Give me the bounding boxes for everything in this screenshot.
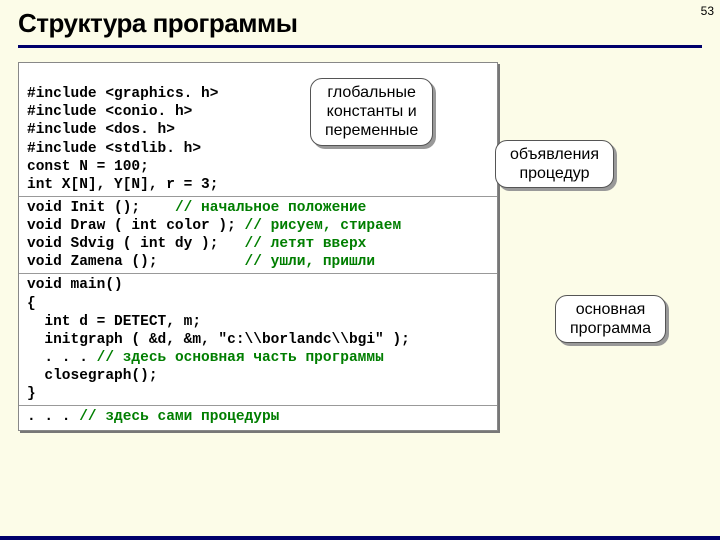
code-line: initgraph ( &d, &m, "c:\\borlandc\\bgi" …	[27, 332, 410, 348]
callout-text: переменные	[325, 121, 418, 140]
code-line: const N = 100;	[27, 159, 149, 175]
code-line: void Zamena (); // ушли, пришли	[27, 254, 375, 270]
callout-text: процедур	[510, 164, 599, 183]
callout-main: основная программа	[555, 295, 666, 343]
code-line: }	[27, 386, 36, 402]
code-line: void Draw ( int color ); // рисуем, стир…	[27, 218, 401, 234]
code-line: #include <graphics. h>	[27, 86, 218, 102]
callout-text: программа	[570, 319, 651, 338]
code-line: #include <dos. h>	[27, 122, 175, 138]
callout-globals: глобальные константы и переменные	[310, 78, 433, 146]
code-line: int X[N], Y[N], r = 3;	[27, 177, 218, 193]
code-line: #include <conio. h>	[27, 104, 192, 120]
code-line: closegraph();	[27, 368, 158, 384]
callout-text: константы и	[325, 102, 418, 121]
code-line: void Sdvig ( int dy ); // летят вверх	[27, 236, 366, 252]
code-line: void Init (); // начальное положение	[27, 200, 366, 216]
code-line: void main()	[27, 277, 123, 293]
code-line: . . . // здесь основная часть программы	[27, 350, 384, 366]
callout-text: основная	[570, 300, 651, 319]
callout-text: глобальные	[325, 83, 418, 102]
callout-text: объявления	[510, 145, 599, 164]
page-number: 53	[701, 4, 714, 18]
code-line: int d = DETECT, m;	[27, 314, 201, 330]
callout-declarations: объявления процедур	[495, 140, 614, 188]
code-line: #include <stdlib. h>	[27, 141, 201, 157]
code-line: . . . // здесь сами процедуры	[27, 409, 279, 425]
page-title: Структура программы	[18, 8, 702, 48]
code-line: {	[27, 296, 36, 312]
